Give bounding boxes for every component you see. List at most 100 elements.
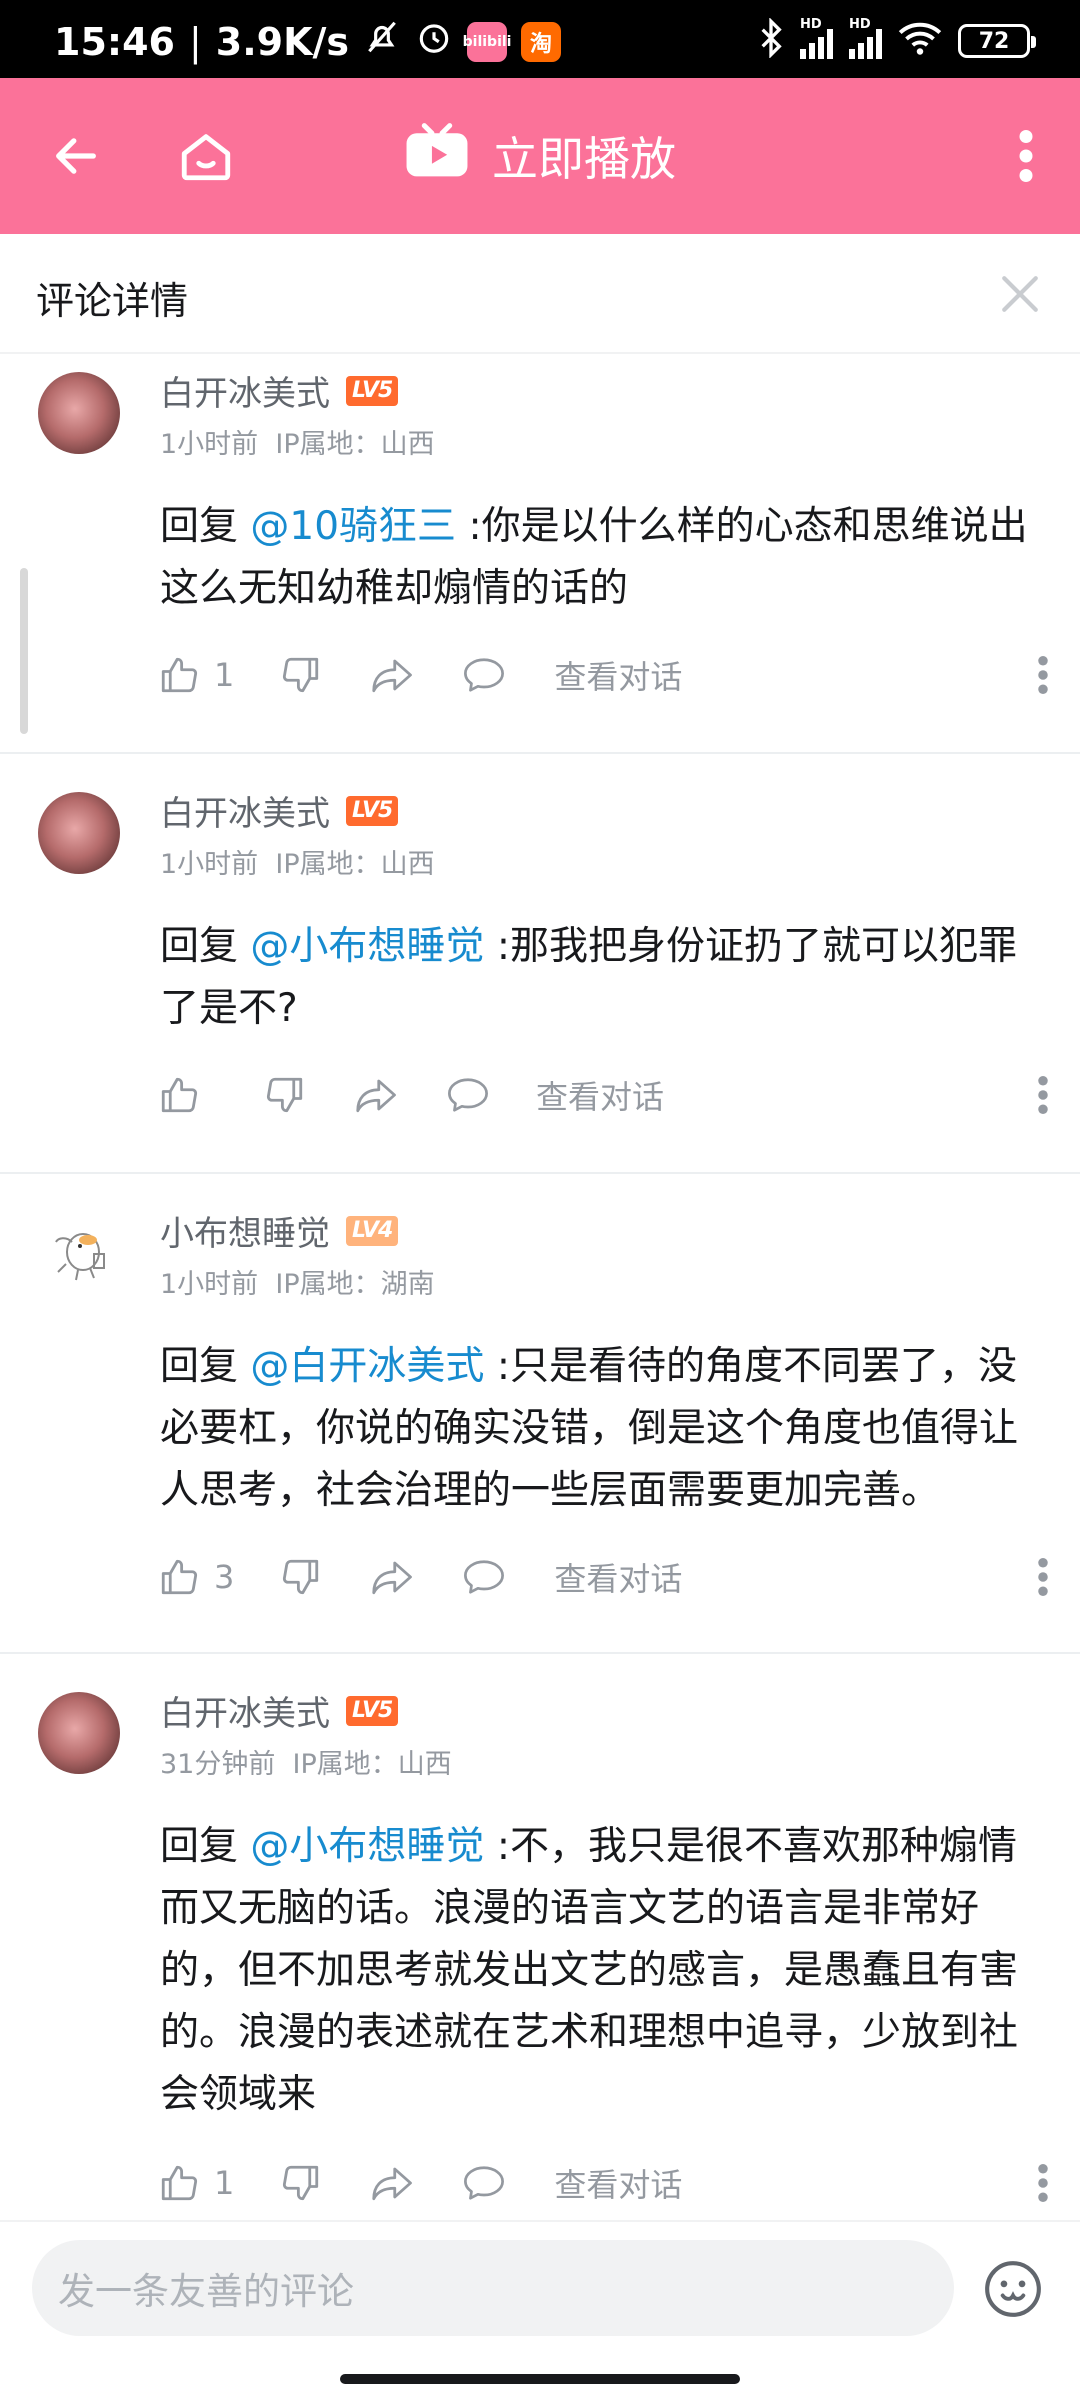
avatar[interactable] bbox=[38, 1212, 120, 1294]
status-time: 15:46 bbox=[54, 19, 175, 64]
dislike-button[interactable] bbox=[280, 2162, 322, 2204]
play-now-label: 立即播放 bbox=[492, 132, 676, 186]
ip-location: IP属地：山西 bbox=[292, 1749, 452, 1780]
ip-location: IP属地：山西 bbox=[275, 429, 435, 460]
share-arrow-icon bbox=[372, 2167, 413, 2201]
battery-indicator: 72 bbox=[958, 24, 1036, 58]
thumbs-down-icon bbox=[283, 657, 319, 693]
status-divider: | bbox=[188, 19, 202, 64]
comment-time: 1小时前 bbox=[160, 429, 259, 460]
thumbs-up-icon bbox=[161, 657, 198, 693]
thumbs-up-icon bbox=[161, 1077, 198, 1113]
level-badge: LV4 bbox=[346, 1215, 399, 1246]
username[interactable]: 白开冰美式 bbox=[160, 786, 330, 835]
like-button[interactable]: 3 bbox=[158, 1556, 234, 1598]
alarm-icon bbox=[415, 18, 453, 65]
comment-input-placeholder: 发一条友善的评论 bbox=[58, 2270, 354, 2313]
status-bar: 15:46 | 3.9K/s bilibili 淘 HD HD 72 bbox=[0, 0, 1080, 78]
mention-link[interactable]: @小布想睡觉 bbox=[250, 1824, 484, 1869]
sheet-title: 评论详情 bbox=[36, 279, 189, 323]
like-button[interactable]: 1 bbox=[158, 654, 234, 696]
comment-item: 白开冰美式 LV5 1小时前 IP属地：山西 回复 @10骑狂三 :你是以什么样… bbox=[0, 356, 1080, 754]
thumbs-up-icon bbox=[161, 1559, 198, 1595]
mention-link[interactable]: @小布想睡觉 bbox=[250, 924, 484, 969]
share-arrow-icon bbox=[356, 1079, 396, 1113]
comment-content: 回复 @白开冰美式 :只是看待的角度不同罢了，没必要杠，你说的确实没错，倒是这个… bbox=[160, 1344, 1019, 1513]
bilibili-app-icon: bilibili bbox=[463, 21, 511, 62]
play-now-button[interactable]: 立即播放 bbox=[0, 78, 1080, 234]
reply-button[interactable] bbox=[462, 1556, 506, 1598]
reply-button[interactable] bbox=[462, 2162, 506, 2204]
dislike-button[interactable] bbox=[280, 654, 322, 696]
share-button[interactable] bbox=[370, 2162, 416, 2204]
view-conversation-link[interactable]: 查看对话 bbox=[554, 652, 682, 698]
level-badge: LV5 bbox=[346, 795, 399, 826]
bluetooth-icon bbox=[758, 17, 784, 64]
share-button[interactable] bbox=[370, 1556, 416, 1598]
tv-play-icon bbox=[404, 122, 470, 191]
home-indicator[interactable] bbox=[340, 2374, 740, 2384]
reply-button[interactable] bbox=[446, 1074, 490, 1116]
comment-content: 回复 @小布想睡觉 :不，我只是很不喜欢那种煽情而又无脑的话。浪漫的语言文艺的语… bbox=[160, 1824, 1019, 2117]
like-button[interactable]: 1 bbox=[158, 2162, 234, 2204]
comment-item: 白开冰美式 LV5 1小时前 IP属地：山西 回复 @小布想睡觉 :那我把身份证… bbox=[0, 754, 1080, 1174]
username[interactable]: 小布想睡觉 bbox=[160, 1206, 330, 1255]
comment-more-icon[interactable] bbox=[1038, 1552, 1048, 1602]
ip-location: IP属地：湖南 bbox=[275, 1269, 435, 1300]
level-badge: LV5 bbox=[346, 1695, 399, 1726]
share-button[interactable] bbox=[354, 1074, 400, 1116]
comment-content: 回复 @小布想睡觉 :那我把身份证扔了就可以犯罪了是不? bbox=[160, 924, 1017, 1031]
ip-location: IP属地：山西 bbox=[275, 849, 435, 880]
duck-avatar-icon bbox=[55, 1233, 105, 1281]
reply-button[interactable] bbox=[462, 654, 506, 696]
share-button[interactable] bbox=[370, 654, 416, 696]
chat-bubble-icon bbox=[464, 2166, 505, 2200]
username[interactable]: 白开冰美式 bbox=[160, 1686, 330, 1735]
taobao-app-icon: 淘 bbox=[521, 21, 562, 62]
username[interactable]: 白开冰美式 bbox=[160, 366, 330, 415]
thumbs-down-icon bbox=[266, 1077, 303, 1113]
chat-bubble-icon bbox=[464, 1560, 505, 1594]
thumbs-down-icon bbox=[283, 1559, 319, 1595]
level-badge: LV5 bbox=[346, 375, 399, 406]
comment-input-bar: 发一条友善的评论 bbox=[0, 2220, 1080, 2400]
dislike-button[interactable] bbox=[280, 1556, 322, 1598]
mention-link[interactable]: @白开冰美式 bbox=[250, 1344, 484, 1389]
comment-time: 1小时前 bbox=[160, 1269, 259, 1300]
emoji-icon[interactable] bbox=[982, 2258, 1044, 2320]
avatar[interactable] bbox=[38, 792, 120, 874]
mention-link[interactable]: @10骑狂三 bbox=[250, 504, 456, 549]
wifi-icon bbox=[898, 20, 942, 62]
like-count: 1 bbox=[214, 2164, 235, 2202]
view-conversation-link[interactable]: 查看对话 bbox=[536, 1072, 664, 1118]
network-speed: 3.9K/s bbox=[215, 19, 350, 64]
like-count: 3 bbox=[214, 1558, 235, 1596]
signal-icon-2: HD bbox=[849, 17, 882, 59]
like-count: 1 bbox=[214, 656, 235, 694]
comment-item: 小布想睡觉 LV4 1小时前 IP属地：湖南 回复 @白开冰美式 :只是看待的角… bbox=[0, 1174, 1080, 1654]
app-header: 立即播放 bbox=[0, 78, 1080, 234]
view-conversation-link[interactable]: 查看对话 bbox=[554, 1554, 682, 1600]
dislike-button[interactable] bbox=[264, 1074, 306, 1116]
comment-detail-header: 评论详情 bbox=[0, 234, 1080, 354]
like-button[interactable] bbox=[158, 1074, 214, 1116]
comment-more-icon[interactable] bbox=[1038, 2158, 1048, 2208]
bell-muted-icon bbox=[363, 18, 401, 65]
close-icon[interactable] bbox=[990, 264, 1050, 324]
chat-bubble-icon bbox=[464, 658, 505, 692]
view-conversation-link[interactable]: 查看对话 bbox=[554, 2160, 682, 2206]
comment-input[interactable]: 发一条友善的评论 bbox=[32, 2240, 954, 2336]
comment-time: 1小时前 bbox=[160, 849, 259, 880]
share-arrow-icon bbox=[372, 1561, 413, 1595]
more-vertical-icon[interactable] bbox=[996, 78, 1056, 234]
comment-more-icon[interactable] bbox=[1038, 650, 1048, 700]
avatar[interactable] bbox=[38, 372, 120, 454]
signal-icon-1: HD bbox=[800, 17, 833, 59]
comment-more-icon[interactable] bbox=[1038, 1070, 1048, 1120]
thumbs-up-icon bbox=[161, 2165, 198, 2201]
comment-time: 31分钟前 bbox=[160, 1749, 276, 1780]
chat-bubble-icon bbox=[448, 1078, 488, 1112]
comment-item: 白开冰美式 LV5 31分钟前 IP属地：山西 回复 @小布想睡觉 :不，我只是… bbox=[0, 1654, 1080, 2220]
share-arrow-icon bbox=[372, 659, 413, 693]
avatar[interactable] bbox=[38, 1692, 120, 1774]
